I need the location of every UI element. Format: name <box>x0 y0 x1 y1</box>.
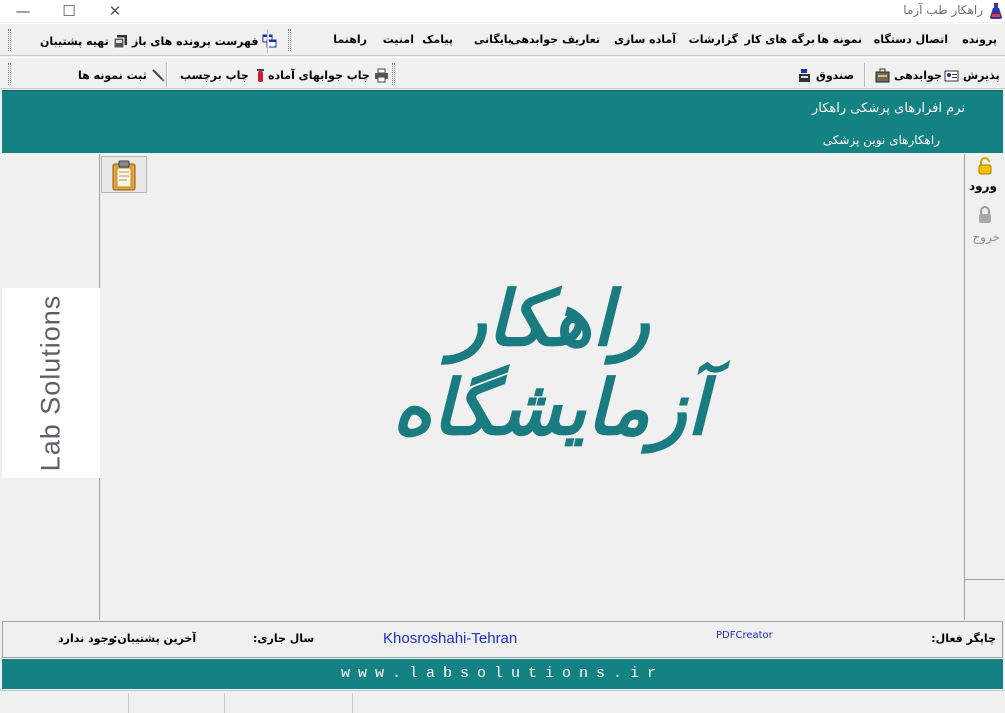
dropper-icon <box>152 68 165 82</box>
toolbar-grip[interactable] <box>392 63 395 85</box>
status-bar-cell <box>128 693 129 713</box>
register-samples-button[interactable]: ثبت نمونه ها <box>78 64 166 86</box>
locked-padlock-icon <box>979 206 991 223</box>
toolbar-grip[interactable] <box>8 63 11 85</box>
right-pane-divider <box>965 579 1004 580</box>
app-flask-icon <box>990 3 1002 19</box>
header-banner: نرم افزارهای پزشکی راهکار راهکارهای نوین… <box>2 90 1003 153</box>
main-area: راهکار آزمایشگاه <box>100 154 964 620</box>
status-panel: چاپگر فعال: PDFCreator Khosroshahi-Tehra… <box>2 621 1003 658</box>
login-button[interactable]: ورود <box>969 179 997 193</box>
close-button[interactable]: ✕ <box>92 0 138 22</box>
active-printer-value: PDFCreator <box>716 630 773 641</box>
menu-archive[interactable]: بایگانی <box>474 33 512 46</box>
print-label-label: چاپ برچسب <box>180 68 249 82</box>
clipboard-icon <box>112 160 136 190</box>
menu-file[interactable]: پرونده <box>962 33 997 46</box>
register-samples-label: ثبت نمونه ها <box>78 68 147 82</box>
menu-help[interactable]: راهنما <box>333 33 367 46</box>
logout-button: خروج <box>972 230 1000 244</box>
reception-label: پذیرش <box>963 68 1000 82</box>
clipboard-button[interactable] <box>101 156 147 193</box>
printer-icon <box>374 68 388 82</box>
header-line-2: راهکارهای نوین پزشکی <box>822 133 940 147</box>
status-bar <box>0 690 1005 713</box>
title-bar: راهکار طب آزما — ☐ ✕ <box>0 0 1005 22</box>
header-line-1: نرم افزارهای پزشکی راهکار <box>812 101 965 116</box>
cashbox-button[interactable]: صندوق <box>797 64 854 86</box>
id-card-icon <box>944 70 959 81</box>
toolbar-grip[interactable] <box>288 29 291 51</box>
cash-register-icon <box>799 68 810 82</box>
right-pane: ورود خروج <box>964 154 1004 620</box>
print-label-button[interactable]: چاپ برچسب <box>180 64 268 86</box>
windows-list-icon <box>262 34 277 47</box>
answering-button[interactable]: جوابدهی <box>875 64 942 86</box>
left-pane: Lab Solutions <box>2 154 100 620</box>
window-title: راهکار طب آزما <box>903 3 983 17</box>
open-files-list-label: فهرست پرونده های باز <box>132 34 259 48</box>
website-url: www.labsolutions.ir <box>340 665 665 682</box>
menu-reports[interactable]: گزارشات <box>689 33 738 46</box>
lab-solutions-logo: Lab Solutions <box>2 288 100 478</box>
last-backup-value: وجود ندارد <box>58 632 116 645</box>
status-bar-cell <box>352 693 353 713</box>
location-text: Khosroshahi-Tehran <box>383 630 518 647</box>
last-backup-label: آخرین پشتیبان: <box>113 632 197 645</box>
menu-worksheets[interactable]: برگه های کار <box>745 33 815 46</box>
unlocked-padlock-icon[interactable] <box>978 157 992 175</box>
minimize-button[interactable]: — <box>0 0 46 22</box>
current-year-label: سال جاری: <box>253 632 315 645</box>
backup-icon <box>113 34 127 48</box>
answering-label: جوابدهی <box>894 68 942 82</box>
menu-preparation[interactable]: آماده سازی <box>614 33 676 46</box>
maximize-button[interactable]: ☐ <box>46 0 92 22</box>
toolbar-separator <box>267 29 269 53</box>
open-files-list-button[interactable]: فهرست پرونده های باز <box>132 30 277 52</box>
cashbox-label: صندوق <box>816 68 855 82</box>
test-tube-icon <box>256 68 264 82</box>
menu-bar: تهیه پشتیبان فهرست پرونده های باز پرونده… <box>0 23 1005 56</box>
menu-samples[interactable]: نمونه ها <box>817 33 862 46</box>
active-printer-label: چاپگر فعال: <box>931 632 996 645</box>
print-ready-results-button[interactable]: چاپ جوابهای آماده <box>268 64 389 86</box>
briefcase-icon <box>875 68 890 82</box>
action-toolbar: ثبت نمونه ها چاپ برچسب چاپ جوابهای آماده… <box>0 57 1005 89</box>
menu-security[interactable]: امنیت <box>383 33 414 46</box>
backup-button[interactable]: تهیه پشتیبان <box>40 30 128 52</box>
footer-banner: www.labsolutions.ir <box>2 659 1003 689</box>
status-bar-cell <box>224 693 225 713</box>
menu-sms[interactable]: پیامک <box>422 33 453 46</box>
toolbar-separator <box>166 63 168 87</box>
backup-label: تهیه پشتیبان <box>40 34 109 48</box>
print-ready-results-label: چاپ جوابهای آماده <box>268 68 370 82</box>
toolbar-grip[interactable] <box>8 29 11 51</box>
menu-result-definitions[interactable]: تعاریف جوابدهی <box>510 33 600 46</box>
lab-solutions-logo-text: Lab Solutions <box>35 294 66 472</box>
reception-button[interactable]: پذیرش <box>944 64 1000 86</box>
toolbar-separator <box>864 63 866 87</box>
brand-title: راهکار آزمایشگاه <box>392 274 708 452</box>
menu-device-connect[interactable]: اتصال دستگاه <box>874 33 948 46</box>
